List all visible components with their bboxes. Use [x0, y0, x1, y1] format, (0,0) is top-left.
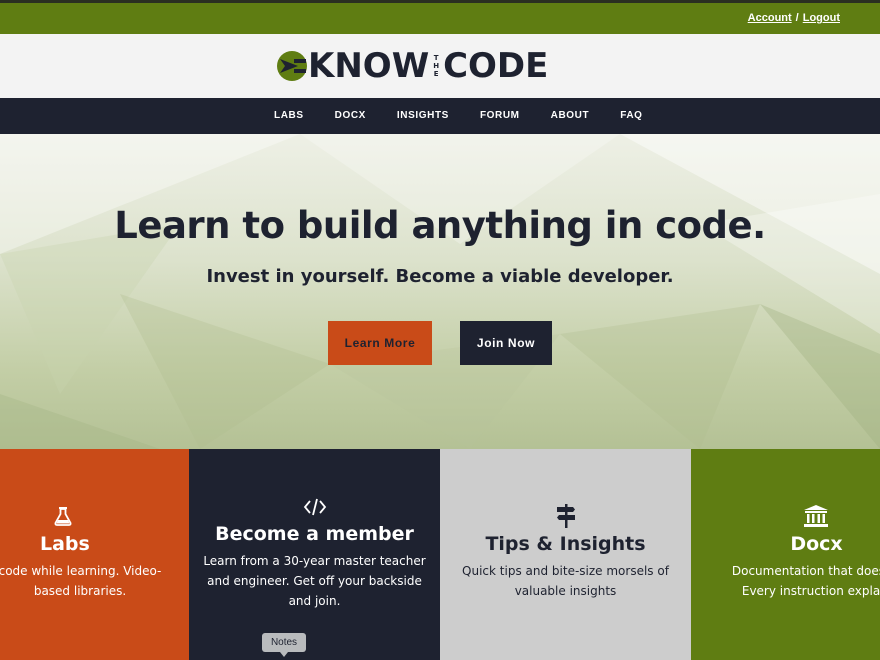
tile-tips-description: Quick tips and bite-size morsels of valu…: [440, 561, 691, 601]
tile-docx-description: Documentation that doesn’t Every instruc…: [691, 561, 880, 601]
account-bar: Account / Logout: [0, 0, 880, 34]
tile-member-desc-line: and engineer. Get off your backside: [207, 574, 422, 588]
logo-the-letter: T: [433, 54, 439, 62]
tile-docx-title: Docx: [790, 533, 843, 555]
tile-docx-desc-line: Every instruction explain: [741, 584, 880, 598]
account-links: Account / Logout: [748, 12, 840, 24]
join-now-button[interactable]: Join Now: [460, 321, 552, 365]
tile-member-desc-line: Learn from a 30-year master teacher: [203, 554, 426, 568]
tile-tips-desc-line: valuable insights: [514, 584, 617, 598]
logo-mark-icon: [277, 51, 307, 81]
main-nav: LABS DOCX INSIGHTS FORUM ABOUT FAQ: [0, 98, 880, 134]
logo-the-letter: H: [433, 62, 440, 70]
nav-item-faq[interactable]: FAQ: [620, 98, 642, 134]
nav-item-about[interactable]: ABOUT: [551, 98, 590, 134]
tile-labs-title: Labs: [40, 533, 90, 555]
tile-tips-insights[interactable]: Tips & Insights Quick tips and bite-size…: [440, 449, 691, 660]
site-logo[interactable]: KNOW T H E CODE: [276, 48, 548, 84]
feature-tiles: Labs code while learning. Video- based l…: [0, 449, 880, 660]
tile-tips-desc-line: Quick tips and bite-size morsels of: [462, 564, 669, 578]
hero-section: Learn to build anything in code. Invest …: [0, 134, 880, 449]
logo-the-letter: E: [433, 70, 439, 78]
nav-item-labs[interactable]: LABS: [274, 98, 304, 134]
code-icon: [303, 498, 327, 516]
nav-item-forum[interactable]: FORUM: [480, 98, 520, 134]
nav-item-docx[interactable]: DOCX: [335, 98, 366, 134]
tile-labs-desc-line: code while learning. Video-: [0, 564, 162, 578]
library-icon: [804, 505, 828, 527]
account-separator: /: [795, 12, 799, 24]
logo-word-the: T H E: [433, 54, 439, 78]
tile-labs[interactable]: Labs code while learning. Video- based l…: [0, 449, 189, 660]
tile-tips-title: Tips & Insights: [485, 533, 646, 555]
signpost-icon: [557, 504, 575, 528]
tile-become-member[interactable]: Become a member Learn from a 30-year mas…: [189, 449, 440, 660]
nav-item-insights[interactable]: INSIGHTS: [397, 98, 449, 134]
hero-background-pattern: [0, 134, 880, 449]
hero-headline: Learn to build anything in code.: [114, 204, 766, 247]
tile-docx[interactable]: Docx Documentation that doesn’t Every in…: [691, 449, 880, 660]
notes-tooltip[interactable]: Notes: [262, 633, 306, 657]
tile-member-description: Learn from a 30-year master teacher and …: [189, 551, 440, 611]
logo-band: KNOW T H E CODE: [0, 34, 880, 98]
account-link[interactable]: Account: [748, 12, 792, 24]
logo-word-code: CODE: [443, 46, 549, 86]
learn-more-button[interactable]: Learn More: [328, 321, 432, 365]
tile-labs-description: code while learning. Video- based librar…: [0, 561, 180, 601]
hero-subheadline: Invest in yourself. Become a viable deve…: [206, 266, 674, 287]
flask-icon: [54, 507, 72, 526]
tile-member-title: Become a member: [215, 523, 414, 545]
nav-list: LABS DOCX INSIGHTS FORUM ABOUT FAQ: [274, 98, 674, 134]
tile-member-desc-line: and join.: [288, 594, 341, 608]
tile-docx-desc-line: Documentation that doesn’t: [731, 564, 880, 578]
tile-labs-desc-line: based libraries.: [33, 584, 127, 598]
logout-link[interactable]: Logout: [803, 12, 840, 24]
logo-word-know: KNOW: [308, 46, 430, 86]
